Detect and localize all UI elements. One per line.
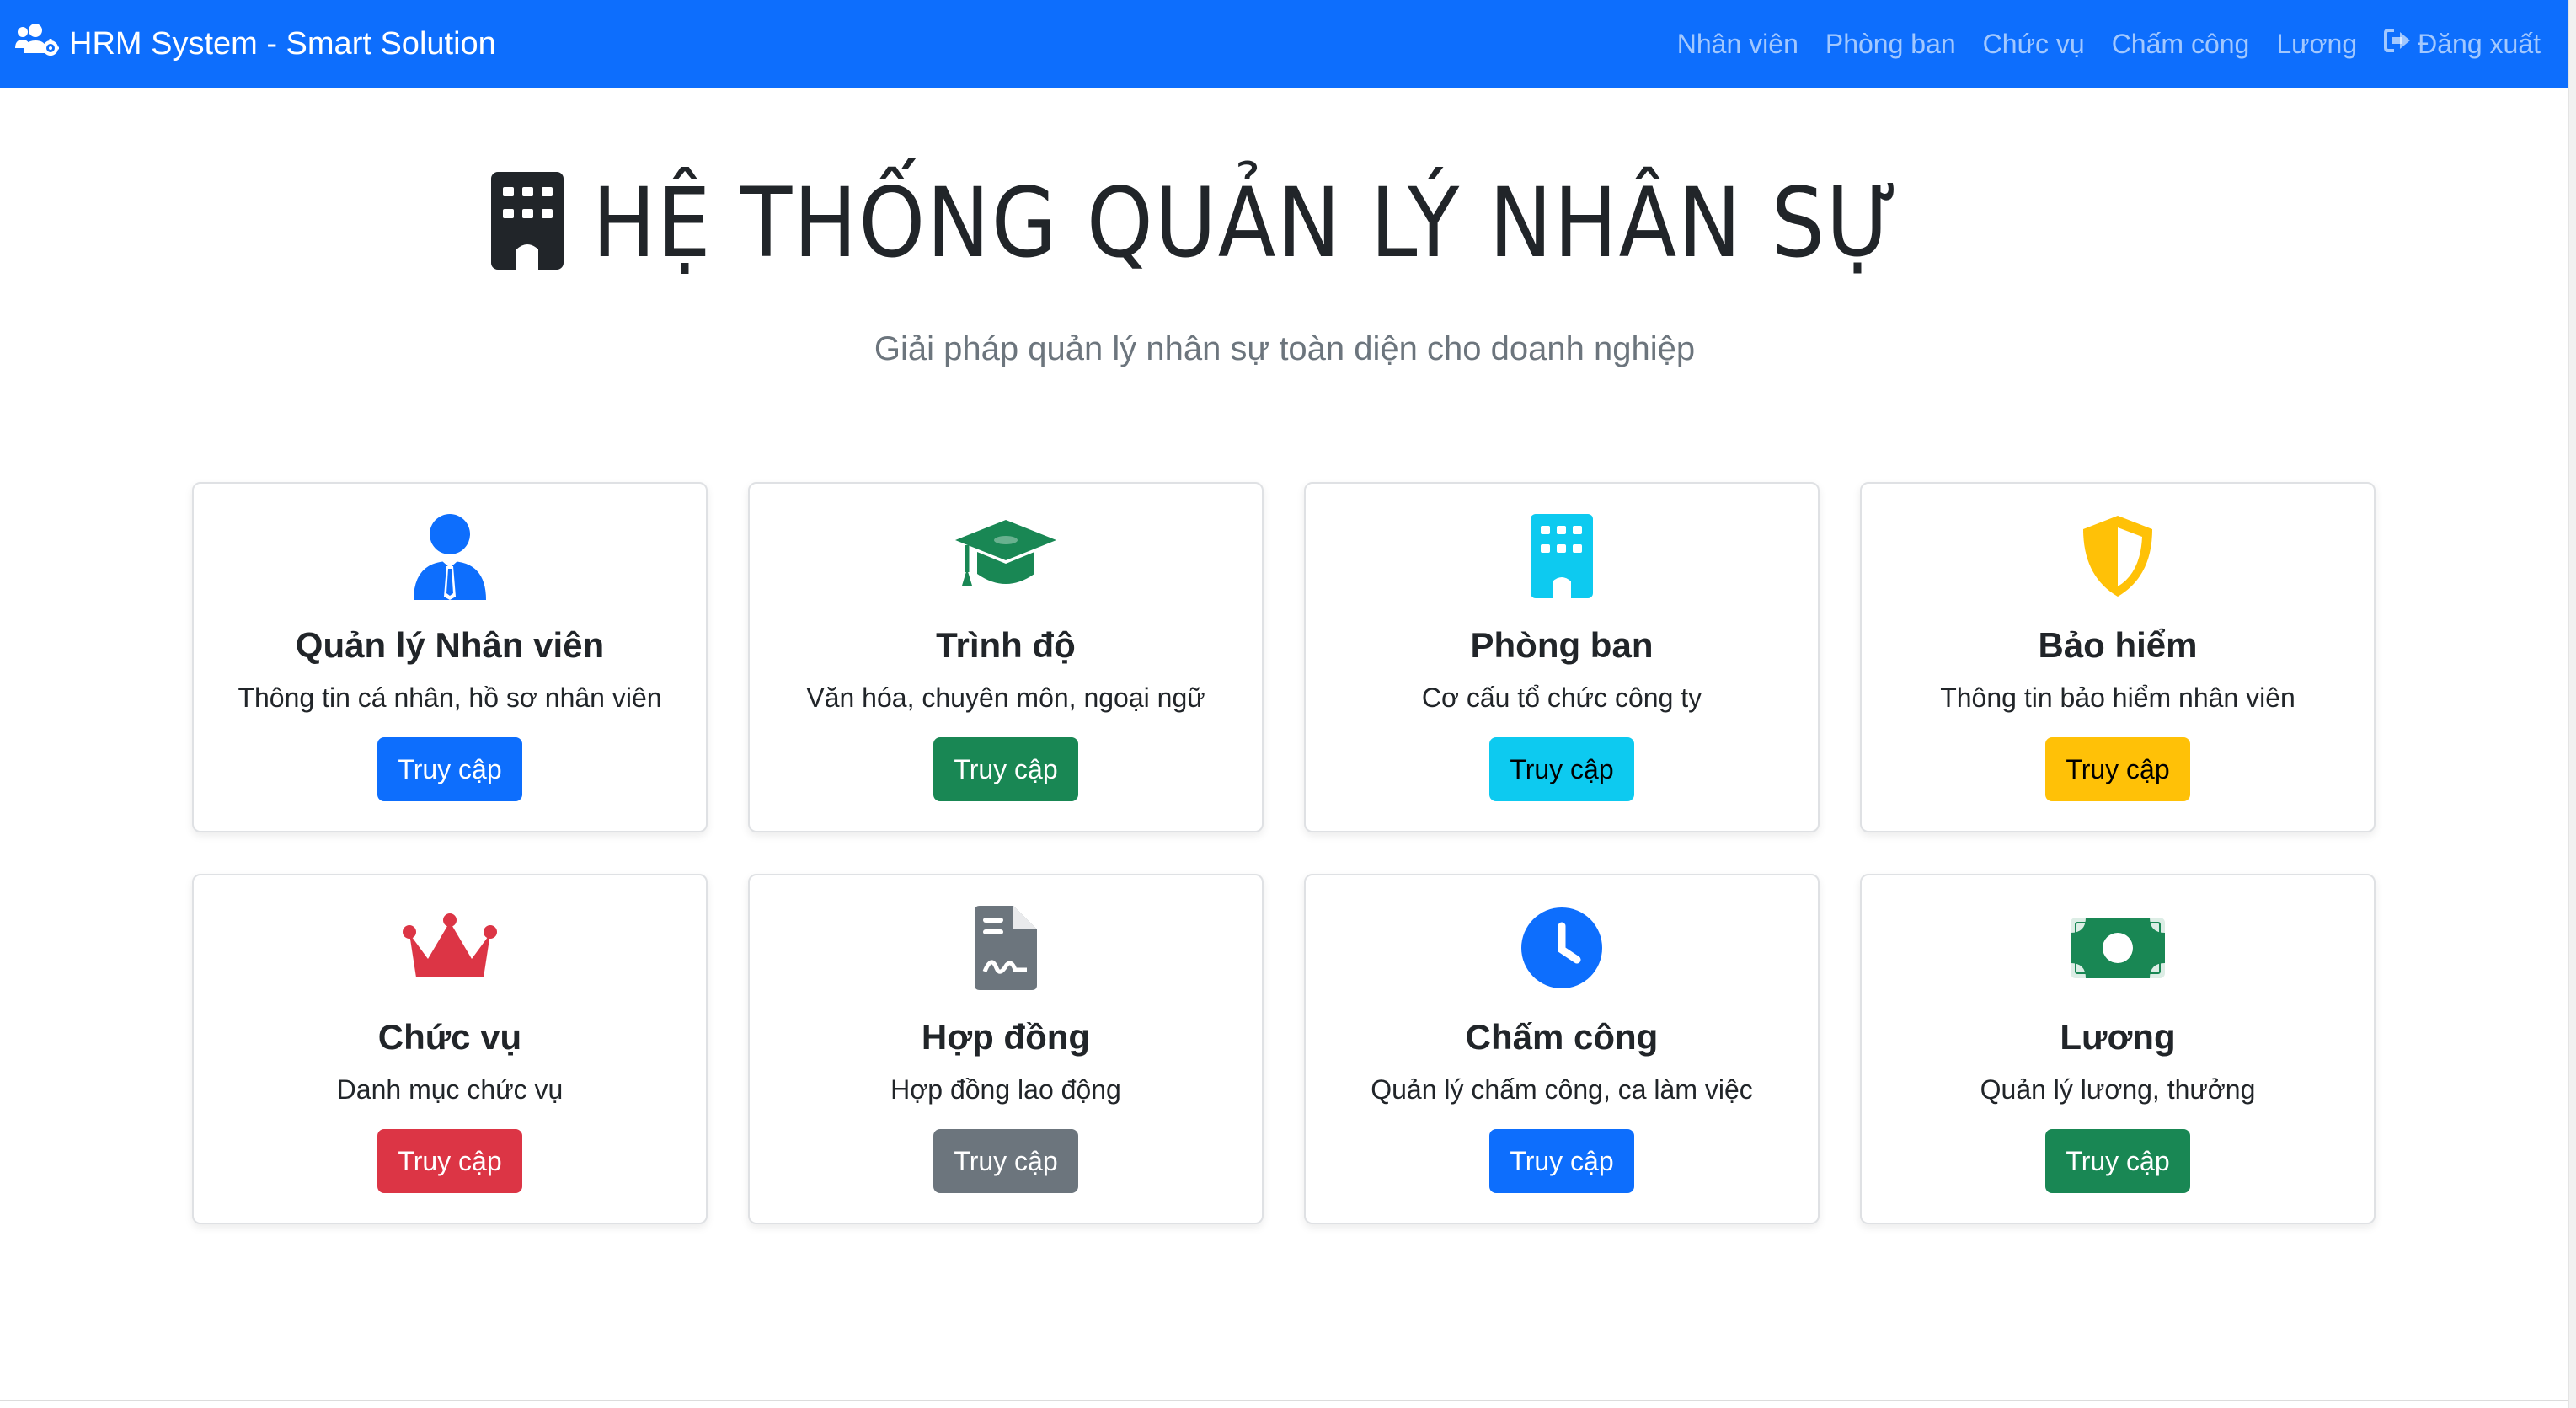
access-button[interactable]: Truy cập <box>2045 737 2190 801</box>
access-button[interactable]: Truy cập <box>377 1129 522 1193</box>
building-icon <box>490 172 564 274</box>
shield-icon <box>2080 509 2156 603</box>
card-bao-hiem: Bảo hiểm Thông tin bảo hiểm nhân viên Tr… <box>1860 482 2376 832</box>
card-description: Hợp đồng lao động <box>890 1074 1121 1105</box>
graduation-cap-icon <box>954 509 1058 603</box>
nav-link-chuc-vu[interactable]: Chức vụ <box>1969 29 2098 60</box>
card-hop-dong: Hợp đồng Hợp đồng lao động Truy cập <box>748 874 1264 1224</box>
bottom-divider <box>0 1400 2569 1401</box>
card-chuc-vu: Chức vụ Danh mục chức vụ Truy cập <box>192 874 708 1224</box>
access-button[interactable]: Truy cập <box>933 737 1078 801</box>
card-title: Chức vụ <box>377 1017 522 1057</box>
user-tie-icon <box>412 509 488 603</box>
card-description: Cơ cấu tổ chức công ty <box>1421 683 1702 713</box>
access-button[interactable]: Truy cập <box>377 737 522 801</box>
crown-icon <box>403 901 497 995</box>
card-description: Thông tin bảo hiểm nhân viên <box>1940 683 2295 713</box>
top-navbar: HRM System - Smart Solution Nhân viên Ph… <box>0 0 2569 88</box>
card-title: Chấm công <box>1465 1017 1659 1057</box>
card-description: Thông tin cá nhân, hồ sơ nhân viên <box>238 683 662 713</box>
card-title: Lương <box>2060 1017 2176 1057</box>
building-icon <box>1531 509 1593 603</box>
card-description: Danh mục chức vụ <box>336 1074 564 1105</box>
users-cog-icon <box>15 23 59 65</box>
access-button[interactable]: Truy cập <box>2045 1129 2190 1193</box>
file-contract-icon <box>975 901 1037 995</box>
brand-label: HRM System - Smart Solution <box>69 25 496 62</box>
page-title: HỆ THỐNG QUẢN LÝ NHÂN SỰ <box>591 167 1900 279</box>
card-trinh-do: Trình độ Văn hóa, chuyên môn, ngoại ngữ … <box>748 482 1264 832</box>
nav-link-phong-ban[interactable]: Phòng ban <box>1812 29 1969 60</box>
card-title: Quản lý Nhân viên <box>295 625 605 665</box>
nav-link-nhan-vien[interactable]: Nhân viên <box>1664 29 1812 60</box>
nav-links: Nhân viên Phòng ban Chức vụ Chấm công Lư… <box>1664 28 2554 60</box>
card-title: Trình độ <box>936 625 1076 665</box>
page-subtitle: Giải pháp quản lý nhân sự toàn diện cho … <box>874 330 1696 367</box>
nav-link-luong[interactable]: Lương <box>2263 29 2370 60</box>
card-phong-ban: Phòng ban Cơ cấu tổ chức công ty Truy cậ… <box>1304 482 1820 832</box>
card-cham-cong: Chấm công Quản lý chấm công, ca làm việc… <box>1304 874 1820 1224</box>
card-description: Quản lý lương, thưởng <box>1980 1074 2256 1105</box>
nav-link-cham-cong[interactable]: Chấm công <box>2098 29 2263 60</box>
logout-link[interactable]: Đăng xuất <box>2370 28 2554 60</box>
card-description: Quản lý chấm công, ca làm việc <box>1371 1074 1753 1105</box>
clock-icon <box>1520 901 1604 995</box>
card-title: Hợp đồng <box>921 1017 1091 1057</box>
page: HRM System - Smart Solution Nhân viên Ph… <box>0 0 2576 1408</box>
navbar-brand[interactable]: HRM System - Smart Solution <box>15 23 496 65</box>
card-title: Phòng ban <box>1470 625 1654 665</box>
access-button[interactable]: Truy cập <box>1489 737 1634 801</box>
card-luong: Lương Quản lý lương, thưởng Truy cập <box>1860 874 2376 1224</box>
money-bill-icon <box>2071 901 2165 995</box>
card-quan-ly-nhan-vien: Quản lý Nhân viên Thông tin cá nhân, hồ … <box>192 482 708 832</box>
logout-label: Đăng xuất <box>2418 28 2541 59</box>
access-button[interactable]: Truy cập <box>933 1129 1078 1193</box>
card-description: Văn hóa, chuyên môn, ngoại ngữ <box>806 683 1205 713</box>
card-title: Bảo hiểm <box>2038 625 2198 665</box>
access-button[interactable]: Truy cập <box>1489 1129 1634 1193</box>
hero-heading: HỆ THỐNG QUẢN LÝ NHÂN SỰ <box>0 167 2569 279</box>
sign-out-icon <box>2384 28 2411 60</box>
